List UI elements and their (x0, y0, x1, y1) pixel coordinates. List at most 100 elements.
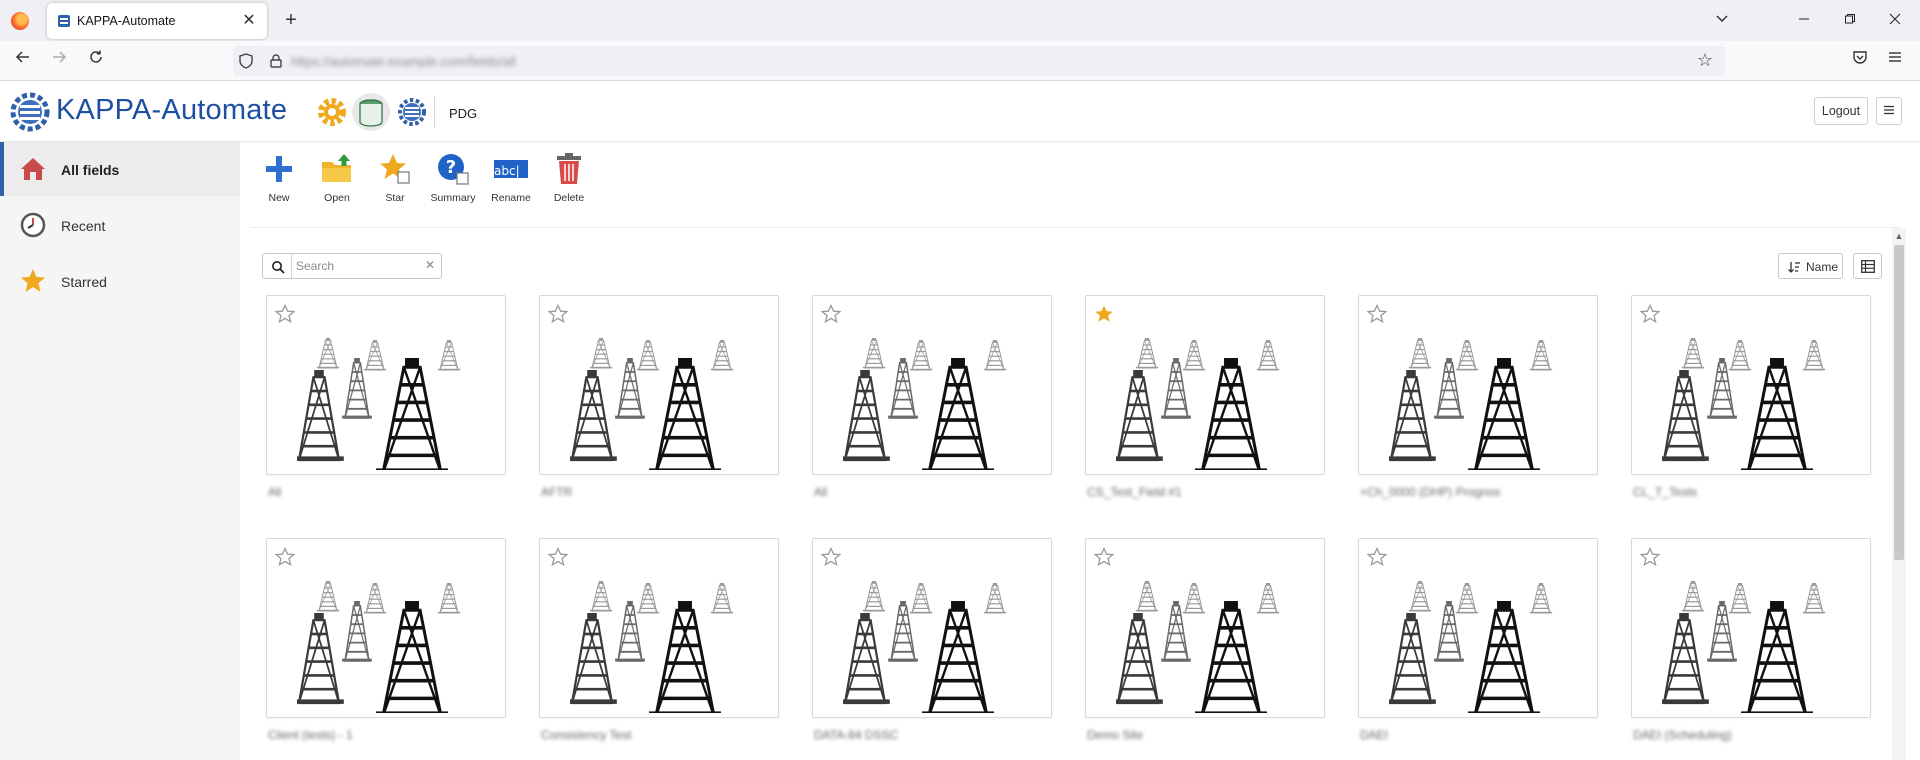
shield-icon[interactable] (237, 52, 255, 70)
star-outline-icon[interactable] (1640, 304, 1660, 324)
rename-label: Rename (491, 192, 531, 204)
url-text[interactable]: https://automate.example.com/fields/all (291, 54, 516, 69)
field-card-name[interactable]: Consistency Test (541, 728, 632, 742)
star-outline-icon[interactable] (275, 304, 295, 324)
kappa-module-icon[interactable] (396, 96, 428, 128)
field-card-name[interactable]: Demo Site (1087, 728, 1143, 742)
toolbar-divider (250, 227, 1900, 228)
hamburger-menu-button[interactable] (1876, 97, 1902, 125)
field-card[interactable] (1631, 538, 1871, 718)
star-outline-icon[interactable] (548, 304, 568, 324)
field-card-name[interactable]: AFTR (541, 485, 572, 499)
field-card-name[interactable]: CS_Test_Field #1 (1087, 485, 1182, 499)
lock-icon[interactable] (267, 52, 285, 70)
logout-button[interactable]: Logout (1814, 97, 1868, 125)
search-divider (291, 254, 292, 278)
star-outline-icon[interactable] (1367, 304, 1387, 324)
field-card[interactable] (1631, 295, 1871, 475)
star-button[interactable]: Star (366, 148, 424, 214)
reload-icon[interactable] (84, 49, 108, 73)
star-filled-icon[interactable] (1094, 304, 1114, 324)
tab-close-icon[interactable]: ✕ (239, 11, 259, 31)
browser-tab[interactable]: KAPPA-Automate ✕ (47, 3, 267, 39)
star-outline-icon[interactable] (275, 547, 295, 567)
scrollbar-thumb[interactable] (1894, 245, 1904, 560)
list-view-toggle-button[interactable] (1853, 253, 1882, 279)
clear-search-icon[interactable]: ✕ (425, 258, 435, 272)
star-outline-icon[interactable] (1640, 547, 1660, 567)
search-box[interactable]: ✕ (262, 253, 442, 279)
star-outline-icon[interactable] (548, 547, 568, 567)
header-module-label[interactable]: PDG (449, 106, 477, 121)
oil-derrick-illustration (297, 338, 461, 470)
open-folder-icon (322, 154, 351, 182)
back-arrow-icon[interactable] (11, 49, 35, 73)
sort-by-name-button[interactable]: Name (1778, 253, 1843, 279)
bookmark-star-icon[interactable]: ☆ (1697, 50, 1713, 71)
app-header: KAPPA-Automate PDG Logout (0, 82, 1920, 142)
field-card[interactable] (539, 295, 779, 475)
rename-button[interactable]: abc| Rename (482, 148, 540, 214)
field-card-name[interactable]: DATA-84 DSSC (814, 728, 898, 742)
firefox-logo-icon[interactable] (11, 12, 29, 30)
home-icon (21, 158, 45, 180)
oil-derrick-illustration (570, 338, 734, 470)
delete-button[interactable]: Delete (540, 148, 598, 214)
field-card-name[interactable]: +Ch_0000 (DHP) Prognos (1360, 485, 1500, 499)
tab-title: KAPPA-Automate (77, 14, 176, 28)
new-label: New (268, 192, 290, 204)
sidebar-item-label: Starred (61, 274, 107, 290)
pocket-icon[interactable] (1848, 49, 1872, 73)
browser-menu-icon[interactable] (1883, 49, 1907, 73)
field-card[interactable] (812, 538, 1052, 718)
url-bar[interactable]: https://automate.example.com/fields/all … (233, 46, 1725, 76)
browser-nav-bar: https://automate.example.com/fields/all … (0, 41, 1920, 81)
svg-text:?: ? (446, 157, 456, 178)
table-view-icon (1861, 260, 1875, 273)
field-card[interactable] (266, 295, 506, 475)
minimize-window-icon[interactable] (1792, 8, 1816, 32)
field-card[interactable] (1358, 295, 1598, 475)
app-title[interactable]: KAPPA-Automate (56, 94, 287, 127)
open-button[interactable]: Open (308, 148, 366, 214)
star-toggle-icon (380, 154, 410, 184)
rename-icon-text: abc| (494, 164, 520, 178)
field-card-name[interactable]: All (268, 485, 281, 499)
star-outline-icon[interactable] (821, 547, 841, 567)
star-icon (21, 269, 45, 292)
field-card[interactable] (1358, 538, 1598, 718)
oil-derrick-illustration (843, 338, 1007, 470)
star-outline-icon[interactable] (821, 304, 841, 324)
star-outline-icon[interactable] (1094, 547, 1114, 567)
data-server-icon[interactable] (355, 96, 387, 128)
field-card-name[interactable]: DAEI (Scheduling) (1633, 728, 1732, 742)
field-card[interactable] (812, 295, 1052, 475)
star-outline-icon[interactable] (1367, 547, 1387, 567)
forward-arrow-icon[interactable] (47, 49, 71, 73)
summary-button[interactable]: ? Summary (424, 148, 482, 214)
field-card-name[interactable]: CL_T_Tests (1633, 485, 1697, 499)
field-card[interactable] (1085, 538, 1325, 718)
restore-window-icon[interactable] (1838, 8, 1862, 32)
field-card[interactable] (1085, 295, 1325, 475)
search-input[interactable] (296, 257, 421, 275)
settings-gear-icon[interactable] (316, 96, 348, 128)
tab-list-chevron-icon[interactable] (1710, 8, 1734, 32)
close-window-icon[interactable] (1883, 8, 1907, 32)
kappa-logo-icon[interactable] (8, 92, 52, 132)
oil-derrick-illustration (1662, 338, 1826, 470)
oil-derrick-illustration (1389, 581, 1553, 713)
field-card-name[interactable]: DAEI (1360, 728, 1388, 742)
sidebar-item-starred[interactable]: Starred (0, 254, 240, 308)
sidebar-item-all-fields[interactable]: All fields (0, 142, 240, 196)
oil-derrick-illustration (1389, 338, 1553, 470)
field-card[interactable] (539, 538, 779, 718)
field-card-name[interactable]: All (814, 485, 827, 499)
field-card[interactable] (266, 538, 506, 718)
scroll-up-arrow-icon[interactable]: ▲ (1892, 229, 1906, 243)
field-card-grid: All AFTR All CS_Test_Field #1 +Ch_0000 (DHP)… (266, 295, 1876, 760)
new-tab-button[interactable]: + (279, 8, 303, 32)
field-card-name[interactable]: Client (tests) - 1 (268, 728, 353, 742)
new-button[interactable]: New (250, 148, 308, 214)
sidebar-item-recent[interactable]: Recent (0, 198, 240, 252)
